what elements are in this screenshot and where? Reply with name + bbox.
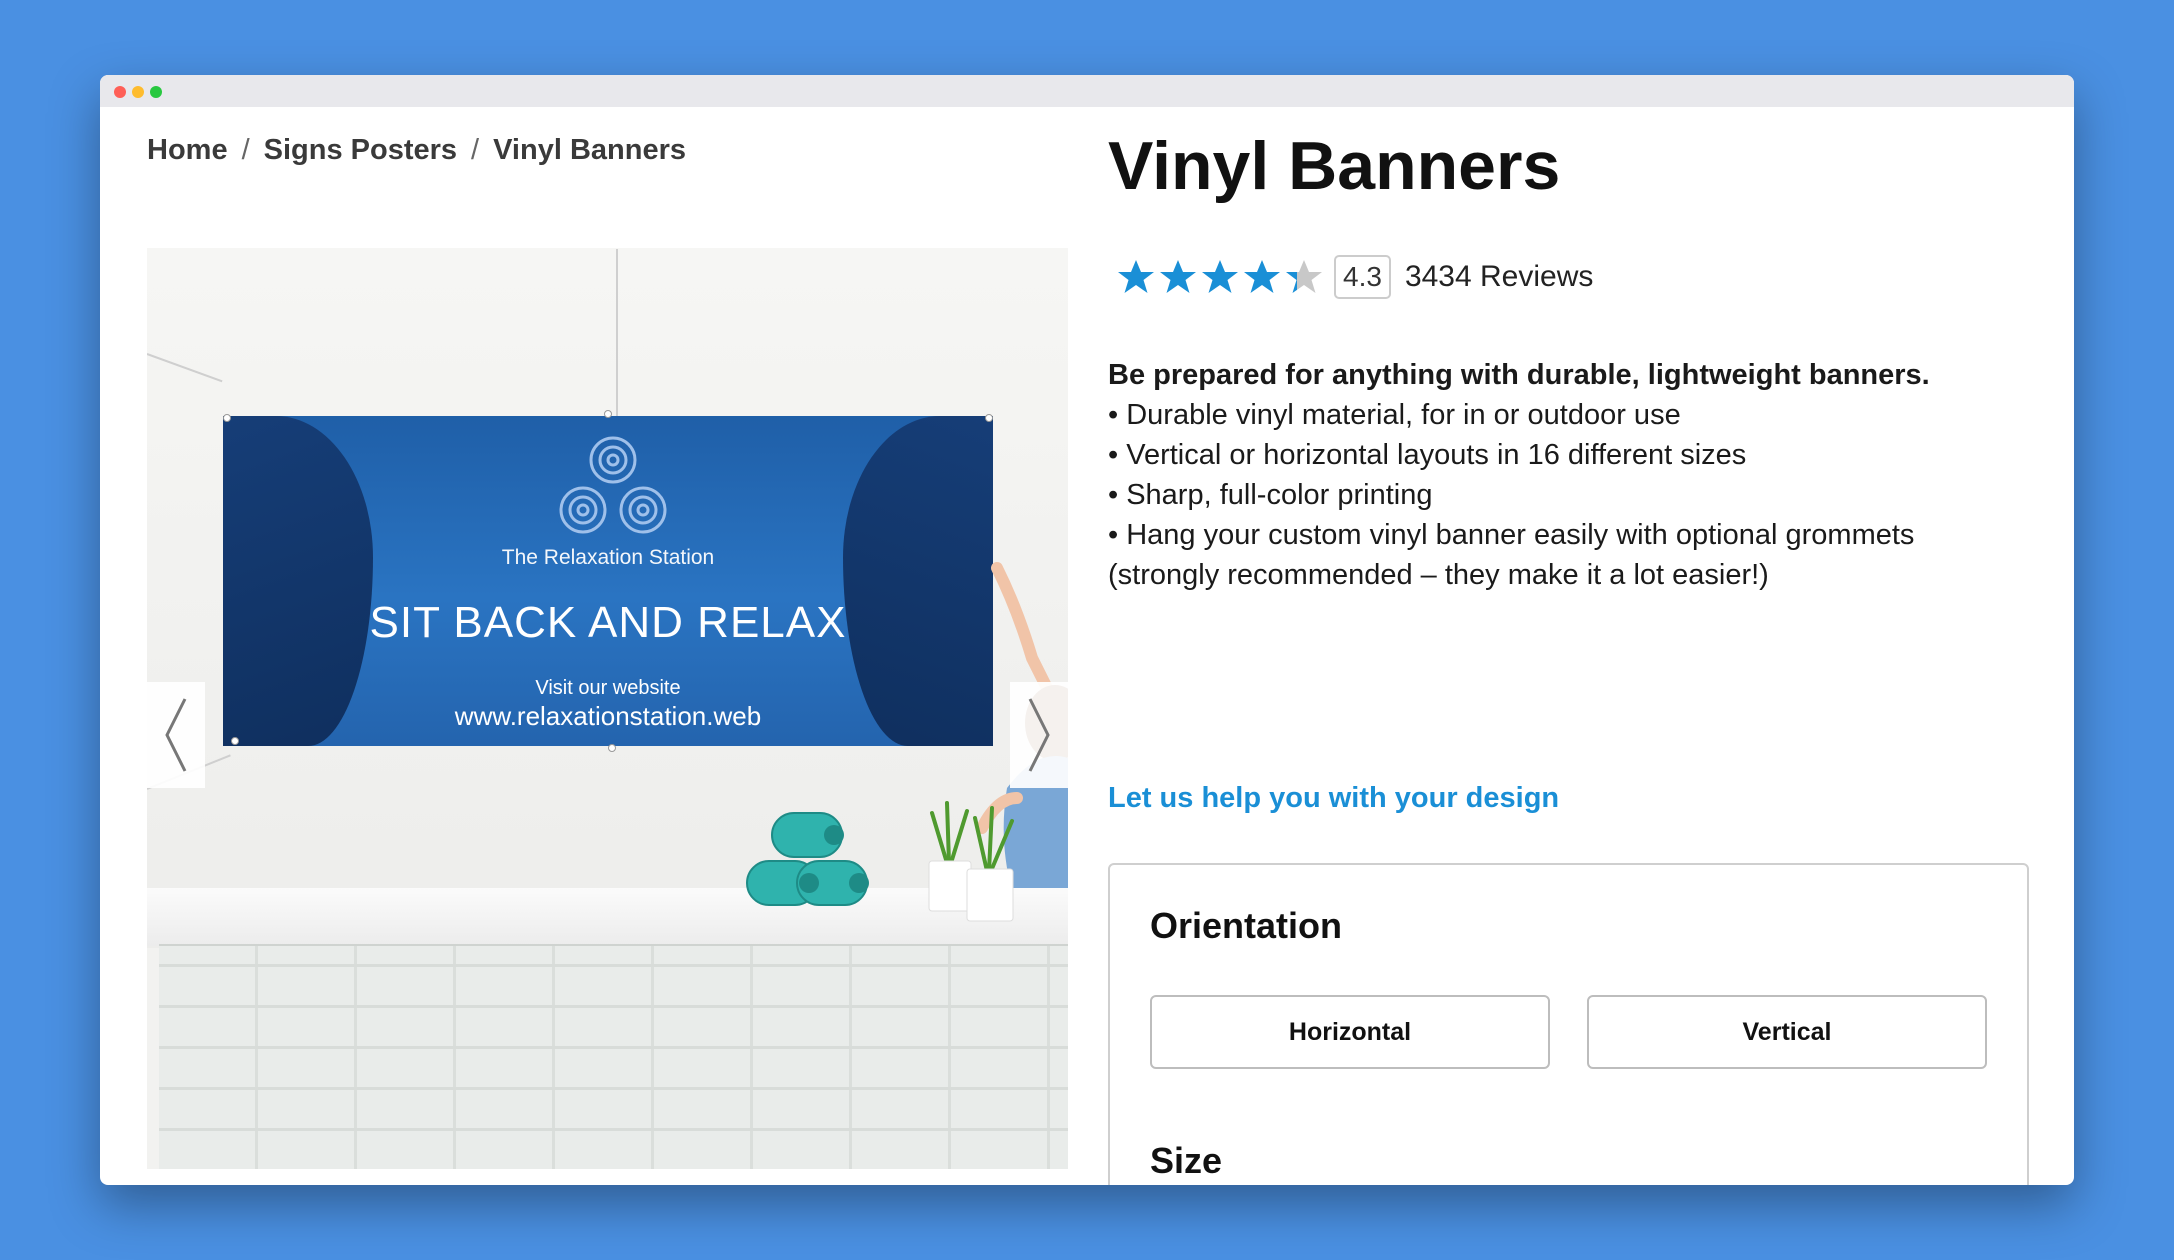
banner-url-text: www.relaxationstation.web [454, 701, 762, 731]
grommet [604, 410, 612, 418]
close-window-button[interactable] [114, 86, 126, 98]
product-image-gallery[interactable]: The Relaxation Station SIT BACK AND RELA… [147, 248, 1068, 1169]
orientation-horizontal-button[interactable]: Horizontal [1150, 995, 1550, 1069]
banner-brand-text: The Relaxation Station [501, 546, 715, 569]
gallery-prev-button[interactable] [147, 682, 205, 788]
breadcrumb-signs-posters[interactable]: Signs Posters [264, 134, 457, 167]
orientation-vertical-button[interactable]: Vertical [1587, 995, 1987, 1069]
star-icon [1118, 260, 1154, 293]
product-banner-image: The Relaxation Station SIT BACK AND RELA… [223, 416, 993, 746]
browser-window: Home / Signs Posters / Vinyl Banners The… [100, 75, 2074, 1185]
maximize-window-button[interactable] [150, 86, 162, 98]
grommet [223, 414, 231, 422]
grommet [231, 737, 239, 745]
breadcrumb: Home / Signs Posters / Vinyl Banners [147, 134, 686, 167]
spiral-logo-icon [559, 436, 667, 534]
breadcrumb-home[interactable]: Home [147, 134, 228, 167]
product-rating[interactable]: 4.3 3434 Reviews [1116, 255, 1593, 299]
gallery-next-button[interactable] [1010, 682, 1068, 788]
description-note: (strongly recommended – they make it a l… [1108, 559, 1769, 591]
size-heading: Size [1150, 1140, 1223, 1181]
page-content: Home / Signs Posters / Vinyl Banners The… [100, 107, 2074, 1185]
banner-visit-text: Visit our website [535, 677, 681, 699]
breadcrumb-vinyl-banners[interactable]: Vinyl Banners [493, 134, 686, 167]
design-help-link[interactable]: Let us help you with your design [1108, 782, 1559, 815]
product-options-panel: Orientation Horizontal Vertical Size [1108, 863, 2029, 1185]
star-icon [1244, 260, 1280, 293]
minimize-window-button[interactable] [132, 86, 144, 98]
product-title: Vinyl Banners [1108, 128, 1561, 204]
chevron-right-icon [1028, 698, 1050, 772]
banner-string [616, 249, 618, 419]
description-bullet: • Sharp, full-color printing [1108, 479, 1433, 511]
product-description: Be prepared for anything with durable, l… [1108, 355, 1988, 595]
star-rating [1116, 258, 1324, 296]
grommet [985, 414, 993, 422]
brick-counter-front [159, 946, 1068, 1169]
chevron-left-icon [165, 698, 187, 772]
star-icon [1160, 260, 1196, 293]
description-bullet: • Durable vinyl material, for in or outd… [1108, 399, 1681, 431]
reviews-link[interactable]: 3434 Reviews [1405, 260, 1593, 294]
banner-headline: SIT BACK AND RELAX [369, 598, 847, 647]
grommet [608, 744, 616, 752]
star-icon [1202, 260, 1238, 293]
rating-score: 4.3 [1334, 255, 1391, 299]
window-titlebar [100, 75, 2074, 107]
breadcrumb-separator: / [241, 134, 250, 166]
orientation-heading: Orientation [1150, 905, 1343, 946]
description-bullet: • Vertical or horizontal layouts in 16 d… [1108, 439, 1747, 471]
yoga-mats-image [746, 812, 869, 906]
description-bullet: • Hang your custom vinyl banner easily w… [1108, 519, 1915, 551]
description-lead: Be prepared for anything with durable, l… [1108, 359, 1930, 391]
potted-plants-image [928, 801, 1014, 922]
breadcrumb-separator: / [471, 134, 480, 166]
star-icon [1286, 260, 1322, 293]
